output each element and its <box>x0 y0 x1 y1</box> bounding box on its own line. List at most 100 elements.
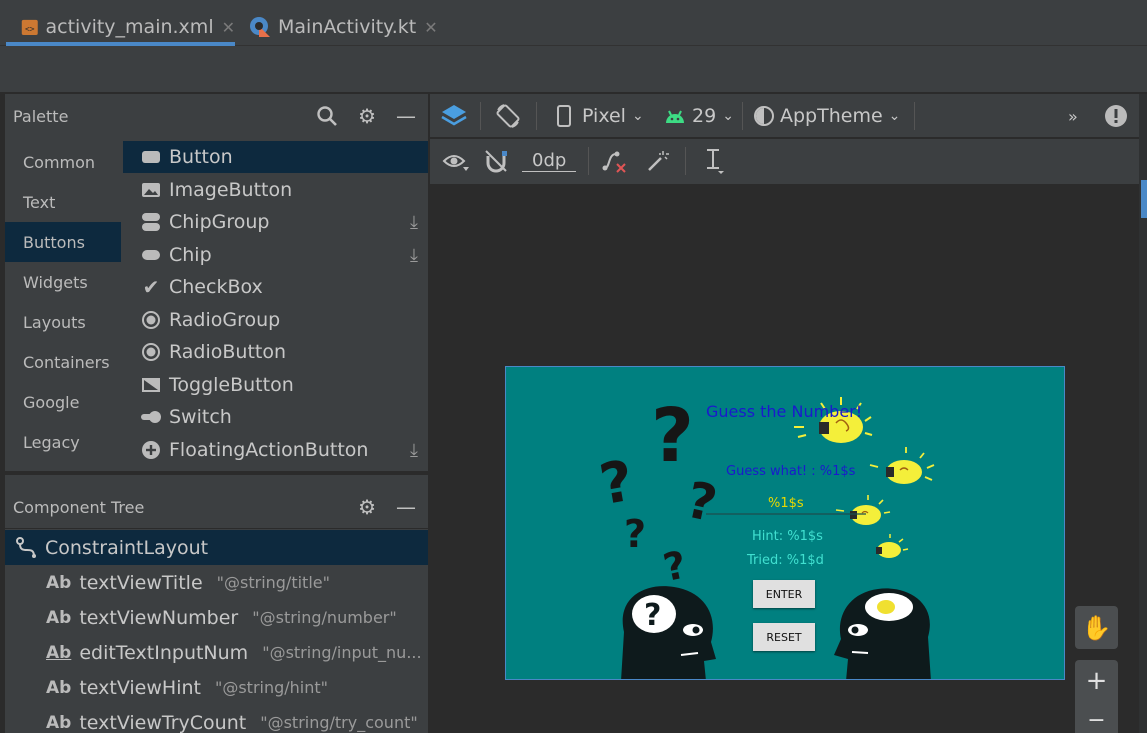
tree-node-label: textViewNumber <box>79 606 239 629</box>
download-icon[interactable]: ⤓ <box>410 245 418 266</box>
enter-button[interactable]: ENTER <box>753 580 815 608</box>
category-text[interactable]: Text <box>5 182 121 222</box>
tree-node-textviewtrycount[interactable]: Ab textViewTryCount "@string/try_count" <box>5 705 428 733</box>
orientation-button[interactable] <box>494 94 522 138</box>
palette-item-radiogroup[interactable]: RadioGroup <box>123 304 428 336</box>
chevron-down-icon: ⌄ <box>722 108 734 124</box>
tree-node-ref: "@string/hint" <box>214 678 329 697</box>
palette-item-label: ChipGroup <box>169 211 270 233</box>
preview-title: Guess the Number! <box>706 402 863 421</box>
palette-item-chipgroup[interactable]: ChipGroup ⤓ <box>123 206 428 238</box>
tab-activity-main-xml[interactable]: <> activity_main.xml ✕ <box>6 8 235 46</box>
android-icon <box>666 110 684 123</box>
more-actions-icon[interactable]: » <box>1068 94 1078 138</box>
pan-button[interactable]: ✋ <box>1075 606 1118 649</box>
chevron-down-icon: ⌄ <box>888 108 901 124</box>
gear-icon[interactable]: ⚙ <box>358 497 376 517</box>
api-selector[interactable]: 29 ⌄ <box>664 94 734 138</box>
svg-text:?: ? <box>595 449 638 519</box>
design-toolbar: Pixel ⌄ 29 ⌄ AppTheme ⌄ » <box>430 94 1139 138</box>
category-containers[interactable]: Containers <box>5 342 121 382</box>
infer-constraints-button[interactable] <box>646 139 670 183</box>
tree-node-textviewhint[interactable]: Ab textViewHint "@string/hint" <box>5 670 428 705</box>
download-icon[interactable]: ⤓ <box>410 440 418 461</box>
tree-node-constraintlayout[interactable]: ConstraintLayout <box>5 530 428 565</box>
svg-text:?: ? <box>644 598 661 633</box>
view-options-button[interactable] <box>442 139 470 183</box>
device-label: Pixel <box>582 105 626 127</box>
category-legacy[interactable]: Legacy <box>5 422 121 462</box>
theme-label: AppTheme <box>780 105 883 127</box>
autoconnect-button[interactable] <box>483 139 509 183</box>
tree-node-ref: "@string/number" <box>252 608 397 627</box>
palette-item-switch[interactable]: Switch <box>123 401 428 433</box>
minimize-icon[interactable]: — <box>396 106 416 126</box>
radio-icon <box>140 309 162 331</box>
category-widgets[interactable]: Widgets <box>5 262 121 302</box>
chevron-down-icon: ⌄ <box>631 108 644 124</box>
palette-item-label: Chip <box>169 244 212 266</box>
palette-item-imagebutton[interactable]: ImageButton <box>123 174 428 206</box>
search-icon[interactable] <box>316 105 338 127</box>
textview-icon: Ab <box>46 572 72 593</box>
gear-icon[interactable]: ⚙ <box>358 106 376 126</box>
theme-icon <box>754 106 774 126</box>
reset-button[interactable]: RESET <box>753 623 815 651</box>
textview-icon: Ab <box>46 607 72 628</box>
zoom-out-button[interactable]: − <box>1075 708 1118 733</box>
clear-constraints-button[interactable] <box>600 139 628 183</box>
category-buttons[interactable]: Buttons <box>5 222 121 262</box>
default-margin-label: 0dp <box>522 150 577 172</box>
tree-node-label: ConstraintLayout <box>45 536 209 559</box>
divider <box>5 528 428 529</box>
close-icon[interactable]: ✕ <box>424 18 437 37</box>
svg-text:?: ? <box>659 542 690 590</box>
theme-selector[interactable]: AppTheme ⌄ <box>753 94 900 138</box>
preview-hint-text: Hint: %1$s <box>752 529 823 544</box>
magnet-off-icon <box>485 150 507 173</box>
minimize-icon[interactable]: — <box>396 497 416 517</box>
category-layouts[interactable]: Layouts <box>5 302 121 342</box>
close-icon[interactable]: ✕ <box>222 18 235 37</box>
panel-divider[interactable] <box>5 471 428 475</box>
design-surface-button[interactable] <box>440 94 468 138</box>
palette-item-radiobutton[interactable]: RadioButton <box>123 336 428 368</box>
scrollbar-thumb[interactable] <box>1141 180 1147 218</box>
preview-number-text: %1$s <box>768 496 804 511</box>
chip-icon <box>140 244 162 266</box>
eye-icon <box>442 155 469 171</box>
warning-button[interactable] <box>1104 94 1128 138</box>
download-icon[interactable]: ⤓ <box>410 212 418 233</box>
kotlin-file-icon <box>250 17 270 37</box>
tree-node-edittextinputnum[interactable]: Ab editTextInputNum "@string/input_nu... <box>5 635 428 670</box>
tree-node-textviewnumber[interactable]: Ab textViewNumber "@string/number" <box>5 600 428 635</box>
default-margin-button[interactable]: 0dp <box>522 139 577 183</box>
tab-label: MainActivity.kt <box>278 16 417 38</box>
plus-icon: + <box>1085 666 1108 696</box>
radio-icon <box>140 341 162 363</box>
device-selector[interactable]: Pixel ⌄ <box>556 94 644 138</box>
palette-item-button[interactable]: Button <box>123 141 428 173</box>
tree-node-label: textViewHint <box>79 676 201 699</box>
tab-main-activity-kt[interactable]: MainActivity.kt ✕ <box>248 8 438 46</box>
svg-text:?: ? <box>681 471 721 534</box>
xml-file-icon: <> <box>21 19 38 35</box>
guidelines-button[interactable] <box>702 139 726 183</box>
palette-item-togglebutton[interactable]: ToggleButton <box>123 369 428 401</box>
tree-node-textviewtitle[interactable]: Ab textViewTitle "@string/title" <box>5 565 428 600</box>
editor-tab-bar: <> activity_main.xml ✕ MainActivity.kt ✕ <box>0 0 1147 46</box>
device-preview[interactable]: ? ? ? ? ? ? Guess the Number! Guess what… <box>505 366 1065 680</box>
palette-item-label: CheckBox <box>169 276 263 298</box>
palette-item-checkbox[interactable]: ✔ CheckBox <box>123 271 428 303</box>
palette-item-label: Button <box>169 146 233 168</box>
palette-item-floatingactionbutton[interactable]: FloatingActionButton ⤓ <box>123 434 428 466</box>
tree-node-ref: "@string/try_count" <box>260 713 418 732</box>
toggle-button-icon <box>140 374 162 396</box>
palette-item-chip[interactable]: Chip ⤓ <box>123 239 428 271</box>
api-label: 29 <box>692 105 717 127</box>
palette-header: Palette ⚙ — <box>5 94 428 138</box>
category-google[interactable]: Google <box>5 382 121 422</box>
category-common[interactable]: Common <box>5 142 121 182</box>
tree-node-label: editTextInputNum <box>79 641 249 664</box>
palette-item-label: Switch <box>169 406 232 428</box>
